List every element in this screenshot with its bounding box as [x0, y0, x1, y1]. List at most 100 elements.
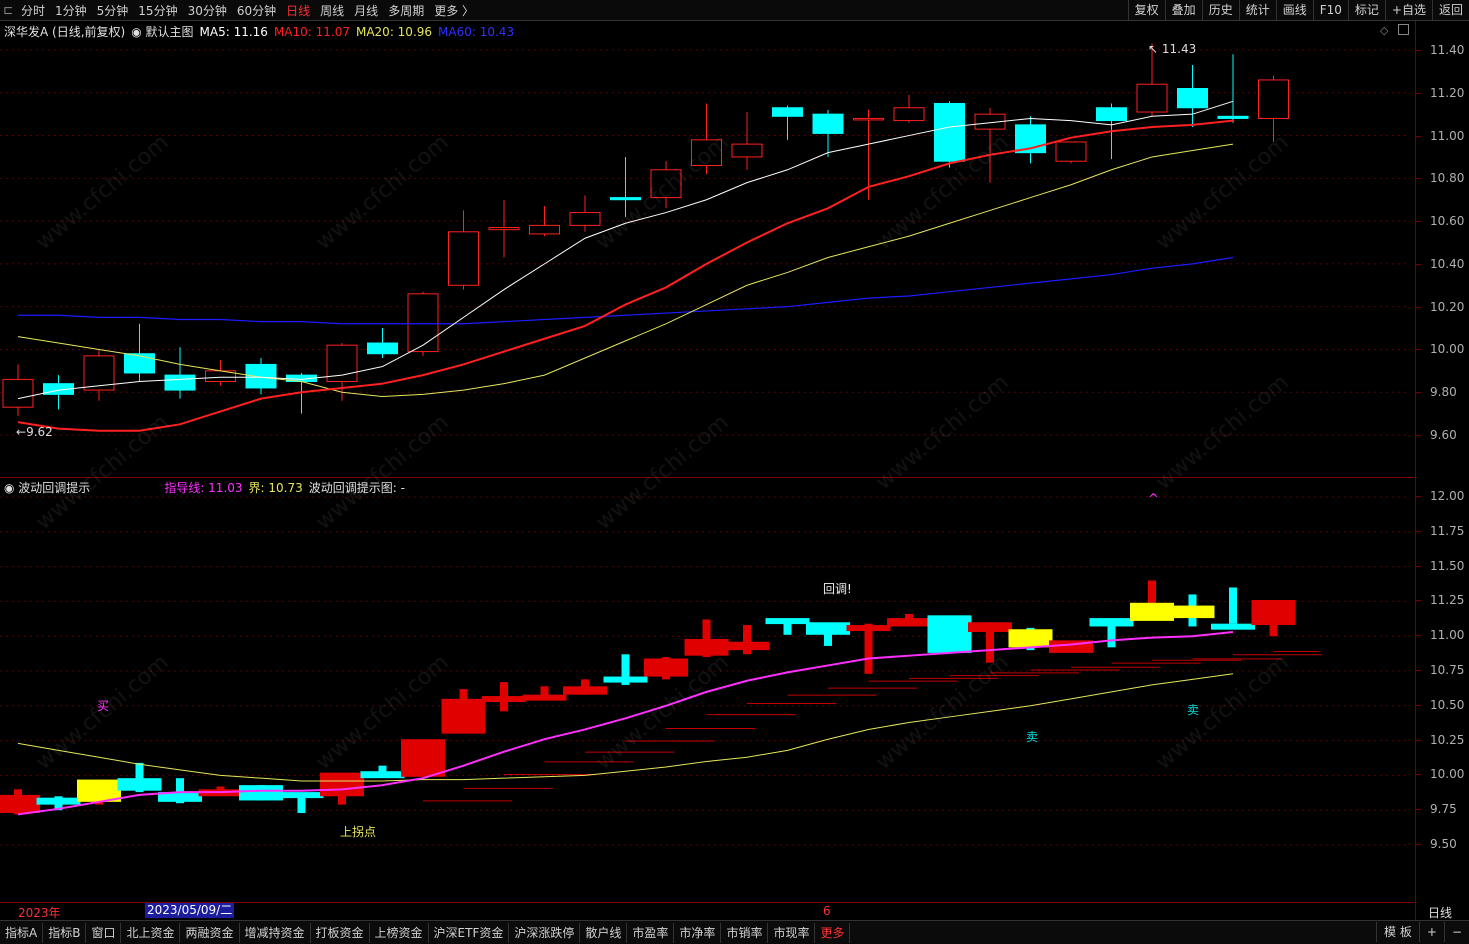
sub-axis-tick-mark-4 — [1416, 635, 1421, 637]
toolbar-actions: 复权 叠加 历史 统计 画线 F10 标记 +自选 返回 — [1127, 0, 1469, 20]
candle-body — [448, 231, 479, 286]
candle-body — [812, 113, 844, 134]
period-tab-3[interactable]: 15分钟 — [133, 2, 182, 19]
signal-bar-19[interactable] — [765, 618, 810, 635]
candle-14[interactable] — [569, 195, 601, 232]
signal-bar-4[interactable] — [158, 778, 202, 804]
indicator-tab-1[interactable]: 指标B — [43, 922, 87, 943]
sub-axis-tick-mark-1 — [1416, 530, 1421, 532]
candle-9[interactable] — [367, 328, 398, 358]
signal-bar-18[interactable] — [725, 625, 769, 655]
period-tab-8[interactable]: 月线 — [349, 2, 383, 19]
candle-body — [1055, 141, 1087, 162]
period-tab-0[interactable]: 分时 — [16, 2, 50, 19]
candle-body — [1136, 83, 1168, 113]
candlestick-chart[interactable] — [0, 22, 1410, 477]
candle-12[interactable] — [488, 199, 520, 258]
candle-20[interactable] — [812, 109, 844, 157]
indicator-tab-4[interactable]: 两融资金 — [180, 922, 240, 943]
sub-axis-tick-6: 10.50 — [1430, 697, 1465, 712]
period-tab-6[interactable]: 日线 — [281, 2, 315, 19]
bottom-control-0[interactable]: 模 板 — [1376, 921, 1419, 942]
signal-bar-20[interactable] — [806, 622, 850, 646]
signal-bar-31[interactable] — [1251, 600, 1296, 637]
panel-toggle-icon[interactable]: ⊏ — [0, 3, 16, 17]
indicator-tab-6[interactable]: 打板资金 — [311, 922, 370, 943]
candle-26[interactable] — [1055, 141, 1087, 164]
candle-30[interactable] — [1217, 54, 1249, 123]
indicator-tab-2[interactable]: 窗口 — [86, 922, 122, 943]
sub-axis-tick-4: 11.00 — [1430, 628, 1465, 643]
signal-bar-16[interactable] — [644, 657, 688, 680]
signal-bar-29[interactable] — [1170, 594, 1215, 627]
main-axis-tick-6: 10.20 — [1430, 299, 1465, 314]
indicator-tab-9[interactable]: 沪深涨跌停 — [509, 922, 581, 943]
candle-18[interactable] — [731, 112, 763, 170]
signal-bar-11[interactable] — [441, 689, 486, 734]
toolbar-action-0[interactable]: 复权 — [1127, 0, 1165, 20]
signal-bar-0[interactable] — [0, 789, 40, 815]
candle-19[interactable] — [772, 105, 803, 140]
candle-11[interactable] — [448, 210, 479, 290]
period-tab-5[interactable]: 60分钟 — [232, 2, 281, 19]
period-toolbar: ⊏ 分时 1分钟 5分钟 15分钟 30分钟 60分钟 日线 周线 月线 多周期 更多 〉 复权 叠加… — [0, 0, 1469, 21]
toolbar-action-6[interactable]: 标记 — [1347, 0, 1385, 20]
candle-6[interactable] — [245, 358, 277, 395]
period-tab-2[interactable]: 5分钟 — [92, 2, 134, 19]
indicator-tab-0[interactable]: 指标A — [0, 922, 44, 943]
toolbar-action-4[interactable]: 画线 — [1275, 0, 1313, 20]
signal-bar-15[interactable] — [603, 654, 648, 685]
signal-bar-14[interactable] — [563, 679, 607, 695]
indicator-tab-14[interactable]: 市现率 — [768, 922, 816, 943]
indicator-tab-13[interactable]: 市销率 — [721, 922, 769, 943]
toolbar-action-5[interactable]: F10 — [1312, 0, 1348, 20]
indicator-tab-3[interactable]: 北上资金 — [121, 922, 181, 943]
period-tab-1[interactable]: 1分钟 — [50, 2, 92, 19]
indicator-tab-15[interactable]: 更多 — [815, 922, 851, 943]
candle-25[interactable] — [1015, 116, 1046, 164]
signal-bar-28[interactable] — [1130, 580, 1174, 621]
signal-bar-13[interactable] — [522, 686, 567, 701]
candle-body — [1217, 115, 1249, 119]
toolbar-action-8[interactable]: 返回 — [1431, 0, 1469, 20]
signal-bar-12[interactable] — [482, 682, 526, 712]
candle-22[interactable] — [893, 94, 925, 123]
panel-divider[interactable] — [0, 477, 1415, 478]
candle-4[interactable] — [164, 347, 196, 399]
signal-bar-10[interactable] — [401, 739, 445, 777]
indicator-tab-12[interactable]: 市净率 — [674, 922, 722, 943]
high-marker: ↖ 11.43 — [1148, 42, 1196, 56]
signal-bar-3[interactable] — [117, 762, 162, 793]
indicator-tab-7[interactable]: 上榜资金 — [370, 922, 429, 943]
signal-bar-7[interactable] — [279, 792, 324, 813]
candle-23[interactable] — [934, 101, 965, 168]
turning-point-label: 上拐点 — [340, 825, 377, 839]
period-tab-10[interactable]: 更多 〉 — [429, 2, 479, 19]
indicator-tab-10[interactable]: 散户线 — [580, 922, 628, 943]
period-tab-4[interactable]: 30分钟 — [183, 2, 232, 19]
bottom-control-2[interactable]: − — [1443, 921, 1469, 942]
signal-bar-23[interactable] — [927, 615, 972, 653]
bottom-control-1[interactable]: + — [1418, 921, 1444, 942]
candle-29[interactable] — [1177, 64, 1208, 127]
signal-bar-9[interactable] — [360, 765, 405, 779]
candle-3[interactable] — [124, 323, 155, 382]
toolbar-action-3[interactable]: 统计 — [1238, 0, 1276, 20]
high-value: 11.43 — [1161, 42, 1197, 56]
indicator-tab-8[interactable]: 沪深ETF资金 — [429, 922, 510, 943]
indicator-tab-5[interactable]: 增减持资金 — [240, 922, 311, 943]
signal-bar-22[interactable] — [887, 613, 931, 627]
signal-bar-30[interactable] — [1211, 587, 1255, 630]
indicator-tab-11[interactable]: 市盈率 — [627, 922, 675, 943]
toolbar-action-1[interactable]: 叠加 — [1164, 0, 1202, 20]
signal-bar-21[interactable] — [846, 623, 891, 674]
period-tab-9[interactable]: 多周期 — [383, 2, 429, 19]
toolbar-action-7[interactable]: +自选 — [1384, 0, 1432, 20]
signal-bar-6[interactable] — [239, 785, 283, 801]
period-tab-7[interactable]: 周线 — [315, 2, 349, 19]
signal-bar-17[interactable] — [684, 619, 729, 658]
candle-0[interactable] — [2, 364, 34, 416]
signal-body — [482, 696, 526, 703]
toolbar-action-2[interactable]: 历史 — [1201, 0, 1239, 20]
candle-2[interactable] — [83, 349, 115, 401]
